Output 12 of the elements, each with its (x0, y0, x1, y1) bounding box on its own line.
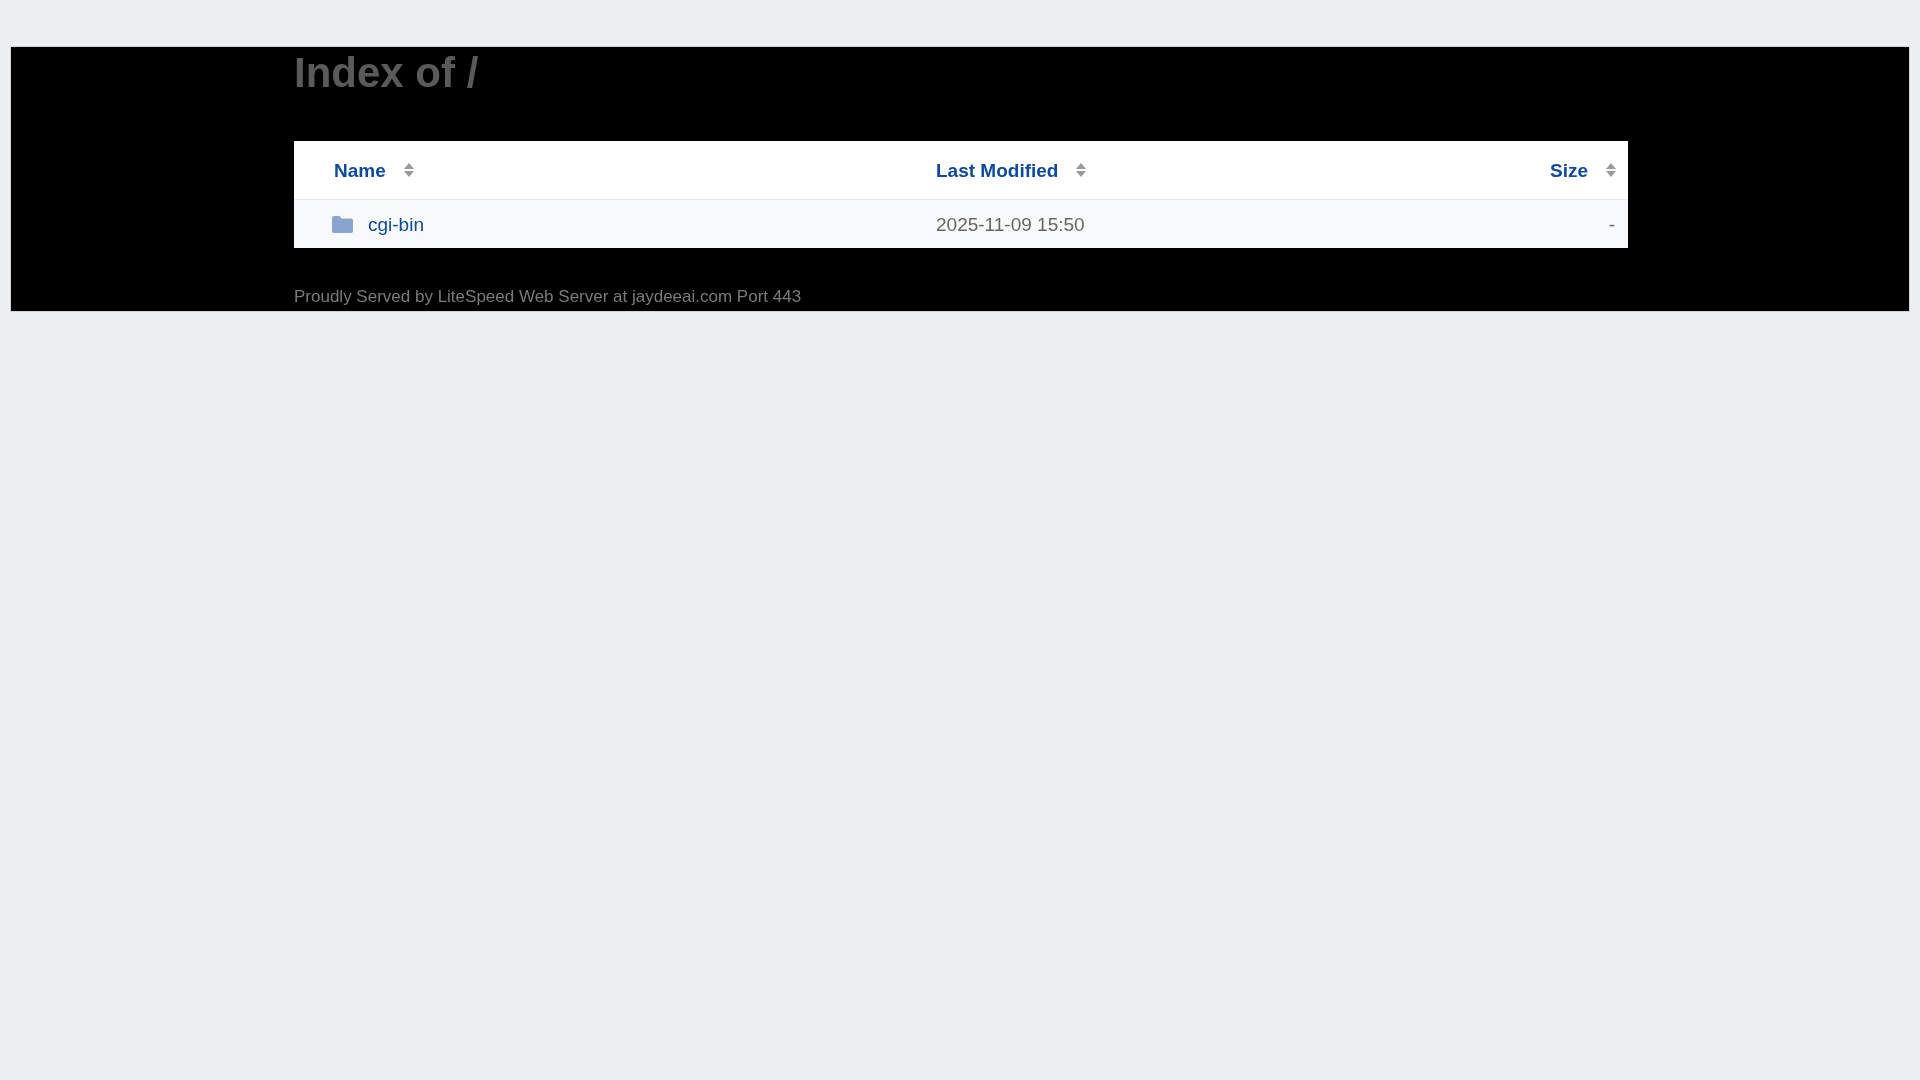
sort-icon[interactable] (1606, 163, 1616, 177)
server-footer-text: Proudly Served by LiteSpeed Web Server at jaydeeai.com Port 443 (294, 288, 802, 305)
page-title: Index of / (294, 52, 479, 94)
sort-icon[interactable] (403, 163, 414, 177)
folder-icon (332, 215, 353, 233)
entry-link[interactable]: cgi-bin (368, 214, 424, 234)
column-header-link[interactable]: Size (1549, 160, 1588, 180)
column-header-link[interactable]: Last Modified (936, 160, 1059, 180)
table-cell: - (1608, 214, 1615, 234)
table-cell: 2025-11-09 15:50 (936, 214, 1085, 234)
column-header-link[interactable]: Name (334, 160, 386, 180)
sort-icon[interactable] (1076, 163, 1087, 177)
